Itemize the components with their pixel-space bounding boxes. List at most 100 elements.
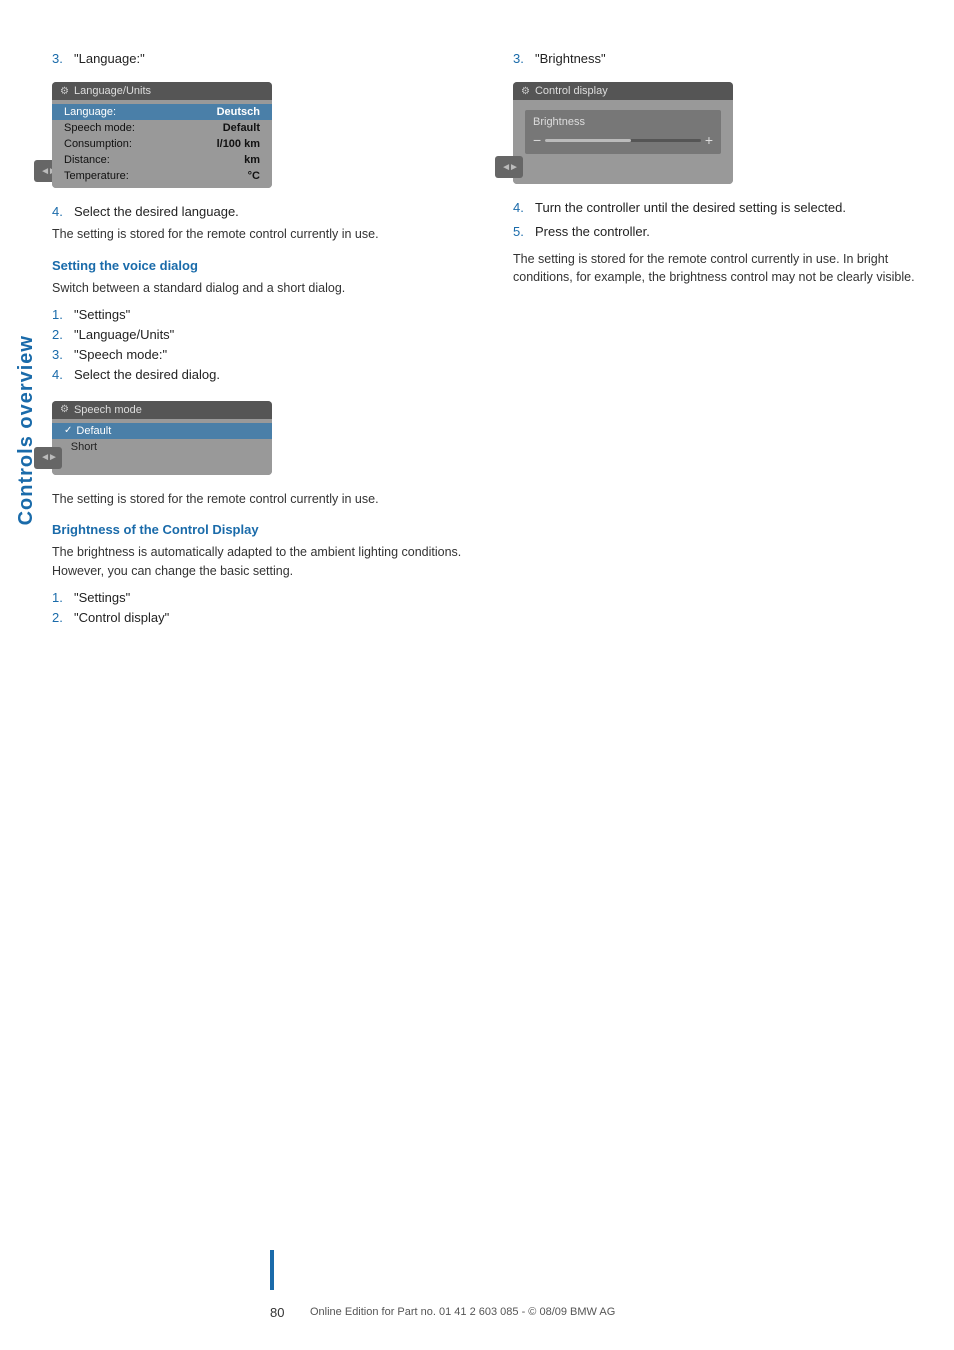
language-screen-body: Language: Deutsch Speech mode: Default C…: [52, 100, 272, 188]
voice-step-4-num: 4.: [52, 366, 68, 384]
lang-row-3-label: Distance:: [64, 154, 110, 166]
voice-dialog-intro: Switch between a standard dialog and a s…: [52, 279, 473, 298]
slider-track: [545, 139, 701, 142]
lang-row-2-value: l/100 km: [217, 138, 260, 150]
footer-blue-bar: [270, 1250, 274, 1290]
left-column: 3. "Language:" ◄► ⚙ Language/Units: [52, 50, 473, 633]
controller-knob-brightness: ◄►: [495, 156, 523, 178]
voice-step-3-text: "Speech mode:": [74, 346, 167, 364]
voice-step-4: 4. Select the desired dialog.: [52, 366, 473, 384]
checkmark-empty: [64, 441, 67, 452]
sidebar-title: Controls overview: [15, 335, 38, 525]
speech-row-short: Short: [52, 439, 272, 455]
voice-step-1-num: 1.: [52, 306, 68, 324]
language-screen-title: Language/Units: [74, 85, 151, 97]
step-3-brightness-text: "Brightness": [535, 50, 606, 68]
slider-minus-icon: −: [533, 132, 541, 148]
lang-row-3-value: km: [244, 154, 260, 166]
sidebar-label: Controls overview: [0, 80, 52, 780]
page-number: 80: [270, 1305, 300, 1320]
two-column-layout: 3. "Language:" ◄► ⚙ Language/Units: [52, 50, 934, 633]
speech-settings-icon: ⚙: [60, 404, 69, 415]
step-3-text: "Language:": [74, 50, 145, 68]
voice-step-3-num: 3.: [52, 346, 68, 364]
settings-icon: ⚙: [60, 86, 69, 97]
checkmark-icon: ✓: [64, 425, 72, 436]
page-container: Controls overview 3. "Language:" ◄►: [0, 0, 954, 1350]
brightness-screen-titlebar: ⚙ Control display: [513, 82, 733, 100]
brightness-control-box: Brightness − +: [525, 110, 721, 154]
brightness-slider: − +: [533, 132, 713, 148]
voice-step-3: 3. "Speech mode:": [52, 346, 473, 364]
brightness-step-2-text: "Control display": [74, 609, 169, 627]
brightness-step-1: 1. "Settings": [52, 589, 473, 607]
brightness-steps: 1. "Settings" 2. "Control display": [52, 589, 473, 627]
language-screen-wrapper: ◄► ⚙ Language/Units Language: Deutsch: [52, 72, 272, 200]
slider-fill: [545, 139, 631, 142]
brightness-step-2-num: 2.: [52, 609, 68, 627]
para-lang: The setting is stored for the remote con…: [52, 225, 473, 244]
brightness-screen-wrapper: ◄► ⚙ Control display Brightness −: [513, 72, 733, 196]
slider-plus-icon: +: [705, 132, 713, 148]
speech-screen-body: ✓ Default Short: [52, 419, 272, 475]
lang-row-1-label: Speech mode:: [64, 122, 135, 134]
speech-screen: ⚙ Speech mode ✓ Default Short: [52, 401, 272, 475]
brightness-ctrl-label: Brightness: [533, 116, 713, 128]
brightness-step-1-text: "Settings": [74, 589, 130, 607]
voice-step-1: 1. "Settings": [52, 306, 473, 324]
knob-arrows-brightness: ◄►: [501, 162, 517, 173]
controller-knob-speech: ◄►: [34, 447, 62, 469]
step-5-brightness-text: Press the controller.: [535, 223, 650, 241]
brightness-intro: The brightness is automatically adapted …: [52, 543, 473, 581]
footer: 80 Online Edition for Part no. 01 41 2 6…: [270, 1305, 934, 1320]
lang-row-0-label: Language:: [64, 106, 116, 118]
step-4-lang-text: Select the desired language.: [74, 203, 239, 221]
brightness-screen-body: Brightness − +: [513, 100, 733, 184]
speech-short-label: Short: [71, 441, 97, 453]
step-3-brightness: 3. "Brightness": [513, 50, 934, 68]
lang-row-1: Speech mode: Default: [52, 120, 272, 136]
step-4-lang-num: 4.: [52, 203, 68, 221]
lang-row-2-label: Consumption:: [64, 138, 132, 150]
brightness-heading: Brightness of the Control Display: [52, 522, 473, 537]
right-column: 3. "Brightness" ◄► ⚙ Control display: [513, 50, 934, 633]
voice-dialog-heading: Setting the voice dialog: [52, 258, 473, 273]
voice-dialog-steps: 1. "Settings" 2. "Language/Units" 3. "Sp…: [52, 306, 473, 385]
step-4-brightness-num: 4.: [513, 199, 529, 217]
brightness-settings-icon: ⚙: [521, 86, 530, 97]
step-3-language: 3. "Language:": [52, 50, 473, 68]
speech-screen-title: Speech mode: [74, 404, 142, 416]
lang-row-4-label: Temperature:: [64, 170, 129, 182]
brightness-screen: ⚙ Control display Brightness −: [513, 82, 733, 184]
language-screen-titlebar: ⚙ Language/Units: [52, 82, 272, 100]
main-content: 3. "Language:" ◄► ⚙ Language/Units: [52, 50, 934, 1270]
step-4-brightness: 4. Turn the controller until the desired…: [513, 199, 934, 217]
lang-row-2: Consumption: l/100 km: [52, 136, 272, 152]
step-4-lang: 4. Select the desired language.: [52, 203, 473, 221]
lang-row-0-value: Deutsch: [217, 106, 260, 118]
voice-step-1-text: "Settings": [74, 306, 130, 324]
knob-arrows-speech: ◄►: [40, 452, 56, 463]
para-speech: The setting is stored for the remote con…: [52, 490, 473, 509]
voice-step-2: 2. "Language/Units": [52, 326, 473, 344]
step-3-num: 3.: [52, 50, 68, 68]
lang-row-3: Distance: km: [52, 152, 272, 168]
lang-row-1-value: Default: [223, 122, 260, 134]
voice-step-2-num: 2.: [52, 326, 68, 344]
voice-step-2-text: "Language/Units": [74, 326, 174, 344]
para-brightness-right: The setting is stored for the remote con…: [513, 250, 934, 288]
footer-text: Online Edition for Part no. 01 41 2 603 …: [310, 1305, 615, 1320]
lang-row-4: Temperature: °C: [52, 168, 272, 184]
step-4-brightness-text: Turn the controller until the desired se…: [535, 199, 846, 217]
step-3-brightness-num: 3.: [513, 50, 529, 68]
speech-row-default: ✓ Default: [52, 423, 272, 439]
speech-default-label: Default: [76, 425, 111, 437]
brightness-screen-title: Control display: [535, 85, 608, 97]
step-5-brightness: 5. Press the controller.: [513, 223, 934, 241]
lang-row-4-value: °C: [248, 170, 260, 182]
speech-screen-wrapper: ◄► ⚙ Speech mode ✓ Default: [52, 391, 272, 487]
speech-screen-titlebar: ⚙ Speech mode: [52, 401, 272, 419]
language-screen: ⚙ Language/Units Language: Deutsch Speec…: [52, 82, 272, 188]
lang-row-0: Language: Deutsch: [52, 104, 272, 120]
step-5-brightness-num: 5.: [513, 223, 529, 241]
